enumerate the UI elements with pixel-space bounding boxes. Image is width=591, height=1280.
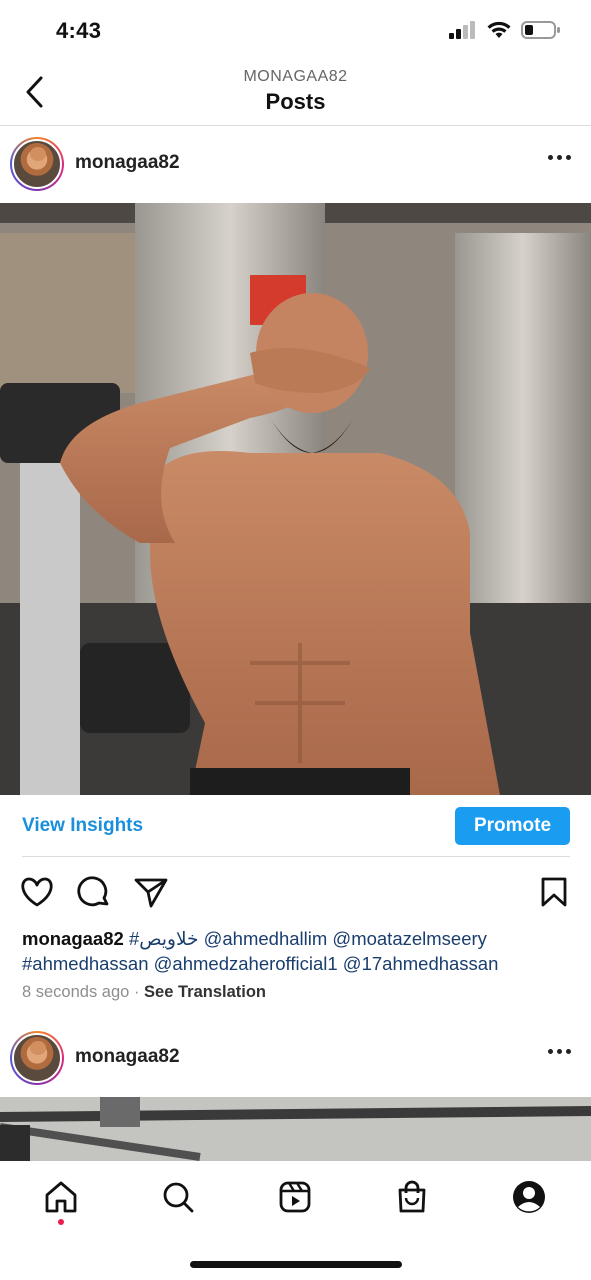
- more-dot-icon: [557, 1049, 562, 1054]
- comment-icon: [77, 876, 109, 907]
- more-options-button[interactable]: [548, 1049, 571, 1054]
- more-options-button[interactable]: [548, 155, 571, 160]
- insights-row: View Insights Promote: [0, 795, 591, 857]
- send-icon: [134, 878, 168, 908]
- like-button[interactable]: [19, 874, 55, 910]
- post-photo[interactable]: [0, 1097, 591, 1161]
- caption-mentions[interactable]: @ahmedhallim @moatazelmseery: [204, 928, 487, 949]
- post-timestamp: 8 seconds ago: [22, 983, 130, 1001]
- tab-reels[interactable]: [273, 1175, 317, 1219]
- caption-hashtag[interactable]: #خلاويص: [129, 928, 199, 949]
- comment-button[interactable]: [76, 874, 112, 910]
- more-dot-icon: [557, 155, 562, 160]
- heart-icon: [21, 877, 53, 907]
- more-dot-icon: [548, 1049, 553, 1054]
- shop-icon: [398, 1180, 426, 1213]
- post-meta: 8 seconds ago · See Translation: [22, 983, 266, 1002]
- gym-photo-partial: [0, 1097, 591, 1161]
- caption-tags-line[interactable]: #ahmedhassan @ahmedzaherofficial1 @17ahm…: [22, 953, 498, 974]
- divider: [22, 856, 570, 857]
- tab-shop[interactable]: [390, 1175, 434, 1219]
- nav-header: MONAGAA82 Posts: [0, 62, 591, 126]
- save-button[interactable]: [536, 874, 572, 910]
- post-photo[interactable]: [0, 203, 591, 795]
- tab-search[interactable]: [156, 1175, 200, 1219]
- post-username[interactable]: monagaa82: [75, 152, 180, 174]
- page-title: Posts: [265, 89, 326, 114]
- avatar[interactable]: [10, 137, 64, 191]
- wifi-icon: [487, 21, 511, 38]
- status-bar: 4:43: [0, 0, 591, 62]
- more-dot-icon: [566, 1049, 571, 1054]
- search-icon: [163, 1182, 194, 1213]
- tab-profile[interactable]: [507, 1175, 551, 1219]
- view-insights-link[interactable]: View Insights: [22, 815, 143, 837]
- post-header: monagaa82: [0, 127, 591, 203]
- profile-username-label: MONAGAA82: [243, 68, 348, 85]
- see-translation-link[interactable]: See Translation: [144, 983, 266, 1001]
- caption-username[interactable]: monagaa82: [22, 928, 124, 949]
- tab-home[interactable]: [39, 1175, 83, 1219]
- reels-icon: [279, 1181, 311, 1213]
- signal-icon: [449, 21, 475, 39]
- active-tab-indicator: [58, 1219, 64, 1225]
- more-dot-icon: [566, 155, 571, 160]
- avatar[interactable]: [10, 1031, 64, 1085]
- post-caption: monagaa82 #خلاويص @ahmedhallim @moatazel…: [22, 926, 577, 976]
- status-time: 4:43: [56, 18, 102, 43]
- share-button[interactable]: [133, 874, 169, 910]
- post-username[interactable]: monagaa82: [75, 1046, 180, 1068]
- status-icons: [449, 20, 561, 40]
- home-indicator: [190, 1261, 402, 1268]
- post-actions: [0, 870, 591, 916]
- more-dot-icon: [548, 155, 553, 160]
- post-header: monagaa82: [0, 1021, 591, 1097]
- home-icon: [45, 1181, 77, 1213]
- battery-icon: [521, 21, 560, 39]
- profile-icon: [513, 1181, 545, 1213]
- bookmark-icon: [541, 877, 567, 907]
- meta-separator: ·: [133, 983, 140, 1001]
- bottom-tab-bar: [0, 1161, 591, 1280]
- promote-button[interactable]: Promote: [455, 807, 570, 845]
- gym-photo-illustration: [0, 203, 591, 795]
